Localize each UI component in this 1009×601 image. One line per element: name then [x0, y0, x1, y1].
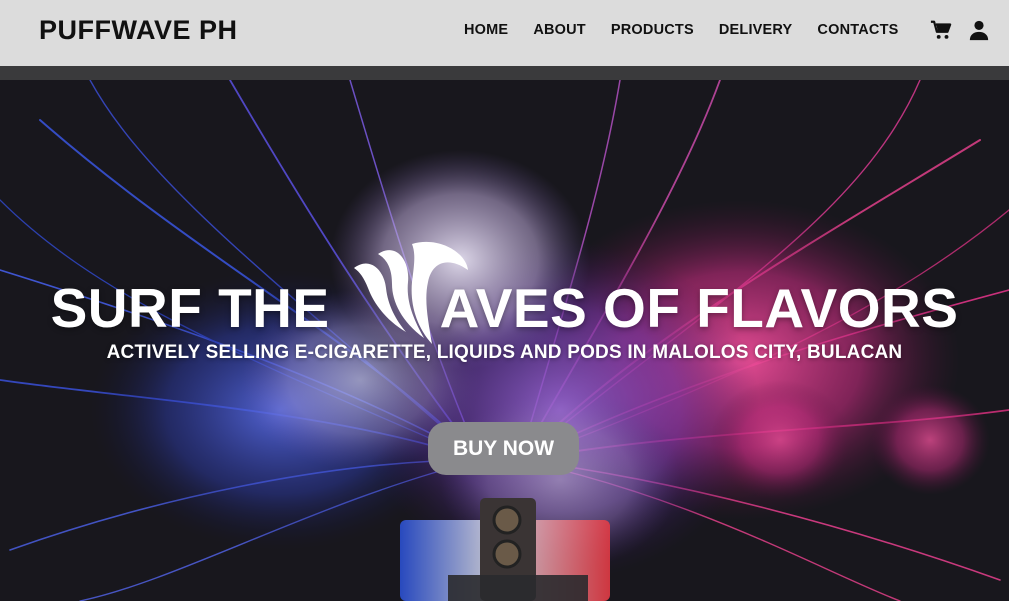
hero-title-right: AVES OF FLAVORS [439, 277, 959, 339]
brand-logo[interactable]: PUFFWAVE PH [39, 15, 238, 46]
header-divider-band [0, 66, 1009, 80]
buy-now-button[interactable]: BUY NOW [428, 422, 579, 475]
hero-title-left: SURF THE [50, 277, 330, 339]
hero-subtitle: ACTIVELY SELLING E-CIGARETTE, LIQUIDS AN… [106, 342, 903, 363]
wave-logo-icon [354, 241, 468, 344]
nav-icons [930, 18, 990, 42]
hero-title: SURF THE AVES OF FLAVORS [0, 276, 1009, 340]
hero-section: SURF THE AVES OF FLAVORS ACTIVELY SELLING… [0, 80, 1009, 601]
navbar: PUFFWAVE PH HOME ABOUT PRODUCTS DELIVERY… [0, 0, 1009, 66]
nav-about[interactable]: ABOUT [533, 22, 586, 38]
nav-links: HOME ABOUT PRODUCTS DELIVERY CONTACTS [464, 22, 924, 38]
nav-products[interactable]: PRODUCTS [611, 22, 694, 38]
nav-delivery[interactable]: DELIVERY [719, 22, 793, 38]
cart-icon[interactable] [930, 18, 952, 42]
nav-home[interactable]: HOME [464, 22, 508, 38]
user-icon[interactable] [968, 18, 990, 42]
nav-contacts[interactable]: CONTACTS [817, 22, 898, 38]
hero-background-image [0, 80, 1009, 601]
